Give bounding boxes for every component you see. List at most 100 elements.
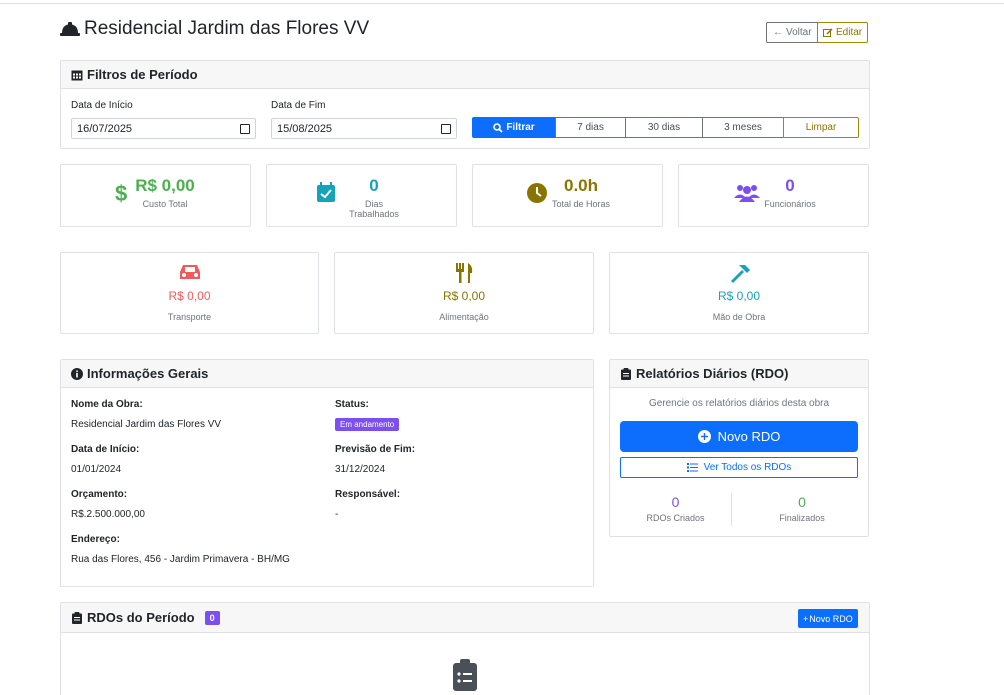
svg-text:$: $ xyxy=(115,182,127,204)
filters-card: Filtros de Período Data de Início 16/07/… xyxy=(60,60,870,149)
search-icon xyxy=(493,122,503,133)
back-button-label: Voltar xyxy=(786,27,812,38)
calendar-check-icon xyxy=(317,182,335,202)
list-icon xyxy=(686,463,698,472)
stat-card-employees: 0 Funcionários xyxy=(678,164,869,227)
start-date-value: 16/07/2025 xyxy=(77,122,133,135)
employees-value: 0 xyxy=(785,176,795,195)
7-days-label: 7 dias xyxy=(577,122,604,133)
rdo-subtitle: Gerencie os relatórios diários desta obr… xyxy=(648,398,830,409)
total-cost-caption: Custo Total xyxy=(142,199,188,209)
3-months-label: 3 meses xyxy=(724,122,762,133)
stat-card-total-hours: 0.0h Total de Horas xyxy=(472,164,663,227)
30-days-button[interactable]: 30 dias xyxy=(625,117,703,138)
general-info-card: Informações Gerais Nome da Obra: Residen… xyxy=(60,359,594,587)
stat-card-days-worked: 0 Dias Trabalhados xyxy=(266,164,457,227)
page-header: Residencial Jardim das Flores VV ← Volta… xyxy=(60,18,870,46)
address-value: Rua das Flores, 456 - Jardim Primavera -… xyxy=(71,554,290,565)
utensils-icon xyxy=(456,263,473,283)
edit-icon xyxy=(823,27,833,37)
calendar-picker-icon[interactable] xyxy=(240,123,250,134)
total-hours-caption: Total de Horas xyxy=(551,199,611,209)
end-forecast-label: Previsão de Fim: xyxy=(335,444,416,455)
period-rdos-title: RDOs do Período xyxy=(87,610,195,625)
food-caption: Alimentação xyxy=(439,312,489,322)
budget-label: Orçamento: xyxy=(71,489,128,500)
transport-caption: Transporte xyxy=(167,312,212,322)
back-button[interactable]: ← Voltar xyxy=(766,22,819,43)
start-date-label: Data de Início xyxy=(71,100,133,111)
status-badge: Em andamento xyxy=(335,418,400,431)
top-divider xyxy=(0,3,1004,4)
responsible-label: Responsável: xyxy=(335,489,401,500)
start-date-info-label: Data de Início: xyxy=(71,444,140,455)
hammer-icon xyxy=(731,265,750,283)
view-all-rdos-button[interactable]: Ver Todos os RDOs xyxy=(620,457,858,478)
cost-card-transport: R$ 0,00 Transporte xyxy=(60,252,319,334)
rdos-finished-label: Finalizados xyxy=(779,513,825,523)
budget-value: R$.2.500.000,00 xyxy=(71,509,145,520)
period-new-rdo-button[interactable]: + Novo RDO xyxy=(798,609,858,628)
view-all-rdos-label: Ver Todos os RDOs xyxy=(703,462,792,473)
transport-value: R$ 0,00 xyxy=(168,289,211,303)
new-rdo-label: Novo RDO xyxy=(717,429,781,444)
filter-button[interactable]: Filtrar xyxy=(472,117,556,138)
hard-hat-icon xyxy=(60,22,80,36)
labor-value: R$ 0,00 xyxy=(717,289,761,303)
days-worked-caption: Dias Trabalhados xyxy=(349,199,399,219)
address-label: Endereço: xyxy=(71,534,120,545)
clear-label: Limpar xyxy=(805,122,837,133)
responsible-value: - xyxy=(335,509,339,520)
calendar-icon xyxy=(71,70,83,80)
end-date-label: Data de Fim xyxy=(271,100,326,111)
status-label: Status: xyxy=(335,399,369,410)
new-rdo-button[interactable]: Novo RDO xyxy=(620,421,858,452)
employees-caption: Funcionários xyxy=(764,199,816,209)
days-worked-value: 0 xyxy=(369,176,379,195)
rdo-title: Relatórios Diários (RDO) xyxy=(636,366,789,381)
labor-caption: Mão de Obra xyxy=(712,312,766,322)
plus-icon: + xyxy=(803,613,809,624)
3-months-button[interactable]: 3 meses xyxy=(702,117,784,138)
page-title: Residencial Jardim das Flores VV xyxy=(60,18,369,40)
project-name-label: Nome da Obra: xyxy=(71,399,143,410)
clear-button[interactable]: Limpar xyxy=(783,117,859,138)
rdo-card-header: Relatórios Diários (RDO) xyxy=(610,360,868,388)
plus-circle-icon xyxy=(697,430,711,443)
clipboard-icon xyxy=(72,611,82,624)
clock-icon xyxy=(527,183,547,203)
food-value: R$ 0,00 xyxy=(442,289,486,303)
period-rdos-card: RDOs do Período 0 + Novo RDO xyxy=(60,602,870,695)
7-days-button[interactable]: 7 dias xyxy=(555,117,626,138)
end-date-value: 15/08/2025 xyxy=(277,122,333,135)
stat-card-total-cost: $ R$ 0,00 Custo Total xyxy=(60,164,251,227)
filter-button-label: Filtrar xyxy=(506,122,535,133)
edit-button[interactable]: Editar xyxy=(817,22,869,43)
general-info-header: Informações Gerais xyxy=(61,360,593,388)
rdos-created-stat: 0 RDOs Criados xyxy=(620,494,731,523)
total-cost-value: R$ 0,00 xyxy=(135,176,195,195)
edit-button-label: Editar xyxy=(836,27,863,38)
filters-title: Filtros de Período xyxy=(87,67,198,82)
info-icon xyxy=(71,367,83,380)
cost-card-labor: R$ 0,00 Mão de Obra xyxy=(609,252,869,334)
general-info-title: Informações Gerais xyxy=(87,366,209,381)
car-icon xyxy=(180,265,200,279)
end-date-input[interactable]: 15/08/2025 xyxy=(271,118,457,139)
start-date-info-value: 01/01/2024 xyxy=(71,464,122,475)
start-date-input[interactable]: 16/07/2025 xyxy=(71,118,256,139)
period-new-rdo-label: Novo RDO xyxy=(809,613,853,624)
clipboard-icon xyxy=(621,367,631,380)
filters-card-header: Filtros de Período xyxy=(61,61,869,89)
rdos-finished-value: 0 xyxy=(798,494,806,510)
period-rdos-count-badge: 0 xyxy=(204,610,220,625)
total-hours-value: 0.0h xyxy=(563,176,599,195)
project-name-value: Residencial Jardim das Flores VV xyxy=(71,419,222,430)
end-forecast-value: 31/12/2024 xyxy=(335,464,386,475)
cost-card-food: R$ 0,00 Alimentação xyxy=(334,252,594,334)
30-days-label: 30 dias xyxy=(647,122,681,133)
calendar-picker-icon[interactable] xyxy=(441,123,451,134)
arrow-left-icon: ← xyxy=(773,27,783,38)
users-icon xyxy=(734,185,760,202)
period-rdos-header: RDOs do Período 0 xyxy=(61,603,869,633)
